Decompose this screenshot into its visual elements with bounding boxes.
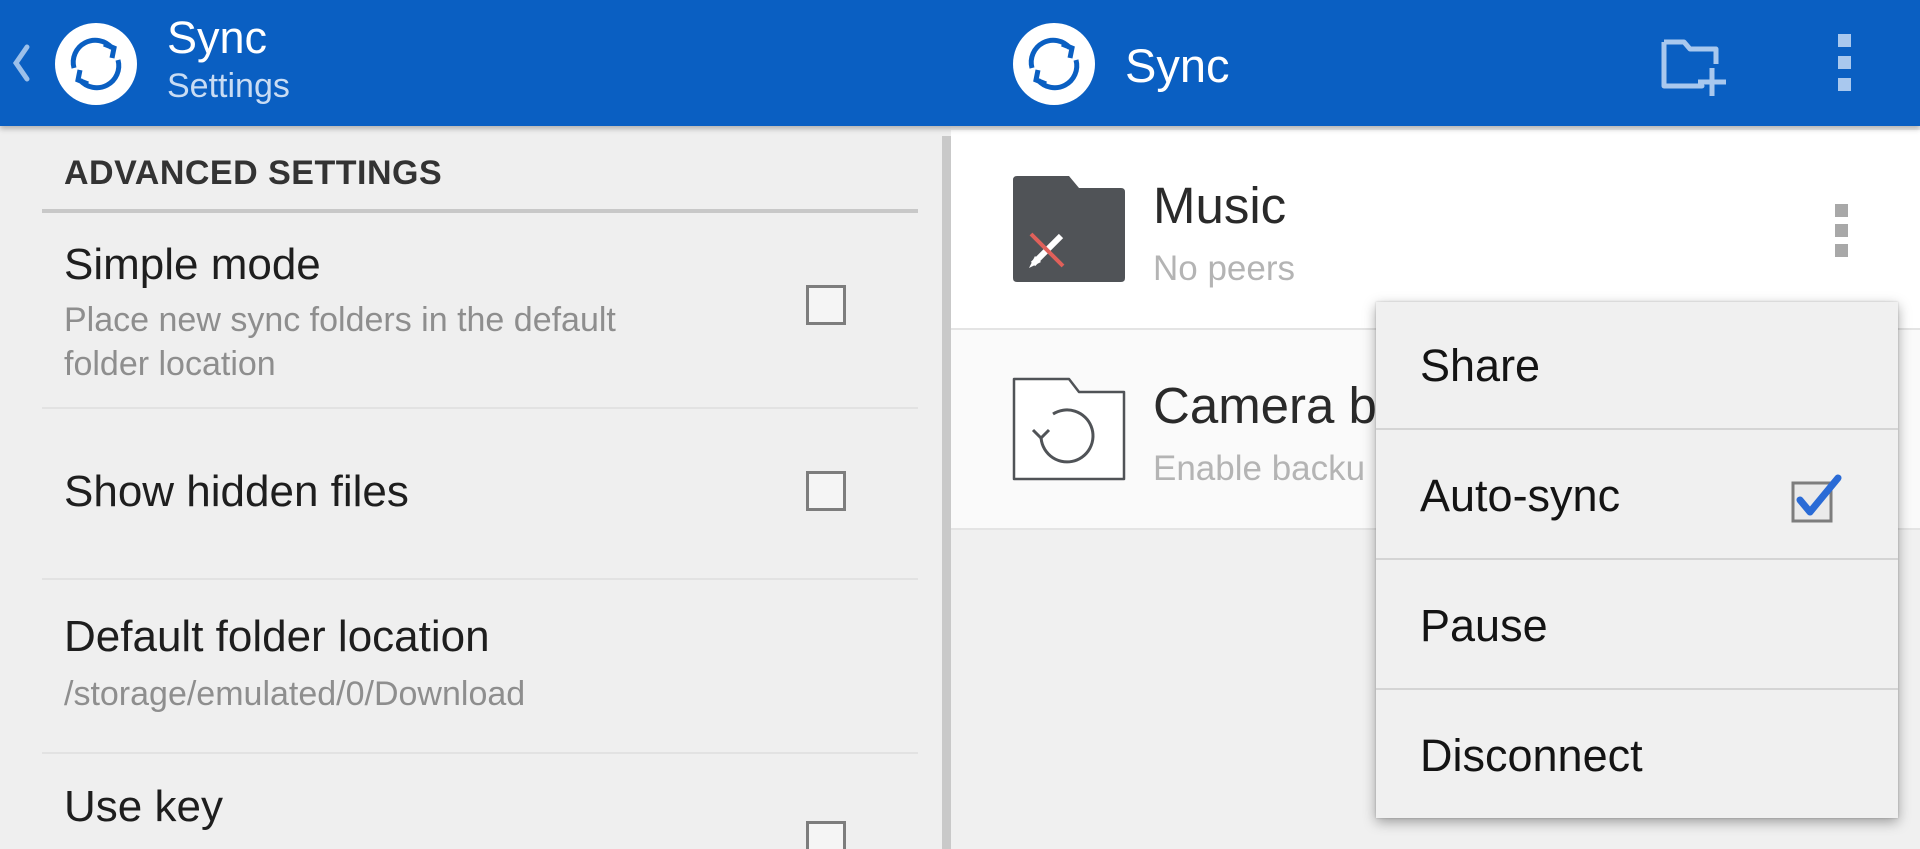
app-subtitle: Settings	[167, 67, 290, 105]
settings-pane: ADVANCED SETTINGS Simple mode Place new …	[0, 126, 942, 849]
pref-title: Use key	[64, 782, 223, 831]
pref-use-key[interactable]: Use key	[42, 754, 918, 849]
pref-default-folder-location[interactable]: Default folder location /storage/emulate…	[42, 580, 918, 754]
folder-context-menu: Share Auto-sync Pause Disconnect	[1376, 302, 1898, 818]
auto-sync-checkbox[interactable]	[1790, 474, 1842, 524]
show-hidden-files-checkbox[interactable]	[806, 471, 846, 511]
divider	[1376, 558, 1898, 560]
menu-item-label: Share	[1420, 340, 1541, 391]
pref-title: Default folder location	[64, 612, 490, 661]
use-key-checkbox[interactable]	[806, 821, 846, 849]
pref-summary-line: folder location	[64, 345, 276, 383]
chevron-left-icon[interactable]	[8, 38, 34, 88]
app-title: Sync	[167, 12, 268, 63]
divider	[42, 209, 918, 213]
folder-name: Camera b	[1153, 377, 1377, 434]
folder-status: No peers	[1153, 249, 1296, 288]
sync-logo-icon[interactable]	[1012, 22, 1096, 106]
folder-name: Music	[1153, 177, 1287, 234]
pref-summary: Place new sync folders in the default fo…	[64, 298, 616, 386]
menu-item-disconnect[interactable]: Disconnect	[1376, 692, 1898, 820]
divider	[1376, 428, 1898, 430]
folder-item-music[interactable]: Music No peers	[951, 130, 1920, 330]
pref-summary-line: Place new sync folders in the default	[64, 301, 616, 339]
pref-show-hidden-files[interactable]: Show hidden files	[42, 409, 918, 580]
camera-backup-folder-icon	[1011, 376, 1127, 482]
menu-item-auto-sync[interactable]: Auto-sync	[1376, 432, 1898, 560]
more-vert-icon[interactable]	[1831, 202, 1853, 260]
divider	[1376, 688, 1898, 690]
menu-item-label: Disconnect	[1420, 730, 1643, 781]
more-vert-icon[interactable]	[1828, 30, 1862, 96]
action-bar: Sync Settings Sync	[0, 0, 1920, 126]
simple-mode-checkbox[interactable]	[806, 285, 846, 325]
folder-status: Enable backu	[1153, 449, 1366, 488]
pane-divider	[942, 136, 951, 849]
menu-item-label: Auto-sync	[1420, 470, 1621, 521]
pref-title: Simple mode	[64, 240, 321, 289]
sync-logo-icon[interactable]	[54, 22, 138, 106]
pref-summary: /storage/emulated/0/Download	[64, 675, 526, 713]
menu-item-pause[interactable]: Pause	[1376, 562, 1898, 690]
page-title: Sync	[1125, 39, 1230, 92]
pref-simple-mode[interactable]: Simple mode Place new sync folders in th…	[42, 214, 918, 409]
add-folder-icon[interactable]	[1660, 34, 1730, 98]
section-header: ADVANCED SETTINGS	[64, 154, 443, 192]
folder-readonly-icon	[1011, 176, 1127, 282]
menu-item-label: Pause	[1420, 600, 1548, 651]
pref-title: Show hidden files	[64, 467, 409, 516]
menu-item-share[interactable]: Share	[1376, 302, 1898, 430]
